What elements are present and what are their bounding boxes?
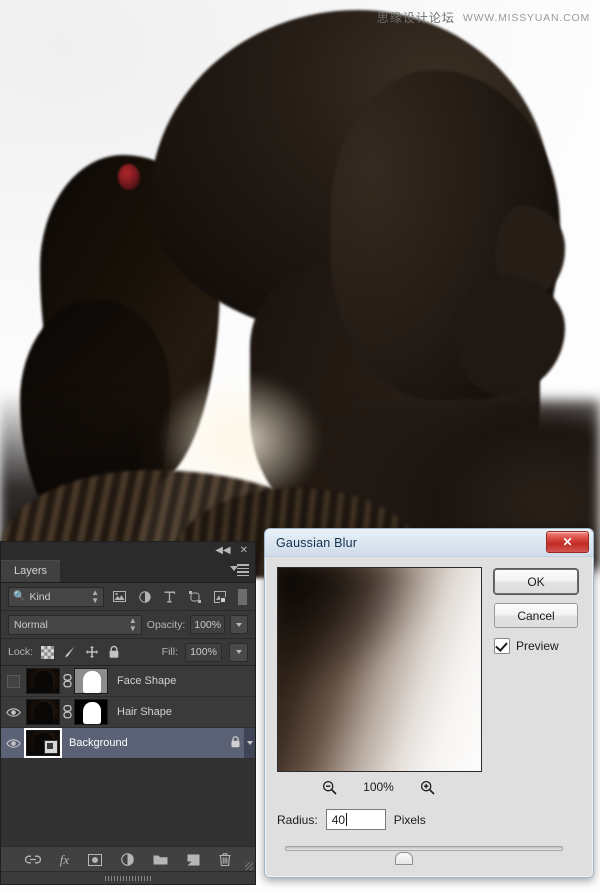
dialog-titlebar[interactable]: Gaussian Blur ✕ [265, 529, 593, 557]
pixel-layer-filter-icon[interactable] [110, 588, 129, 605]
watermark-site-name: 思缘设计论坛 [376, 11, 455, 25]
zoom-value: 100% [363, 780, 394, 794]
layer-style-fx-icon[interactable]: fx [60, 852, 69, 868]
dialog-title: Gaussian Blur [276, 535, 358, 550]
layer-mask-link-icon[interactable] [60, 705, 74, 719]
watermark: 思缘设计论坛 WWW.MISSYUAN.COM [377, 9, 590, 26]
layer-visibility-toggle[interactable] [1, 707, 26, 718]
opacity-label: Opacity: [146, 618, 186, 631]
red-hair-tie [118, 164, 140, 190]
add-layer-mask-icon[interactable] [88, 853, 103, 866]
delete-layer-icon[interactable] [219, 853, 231, 866]
layer-thumbnail[interactable] [26, 668, 60, 694]
chevron-updown-icon: ▲ ▼ [128, 616, 137, 633]
layer-list: Face Shape Hair Shape Background [1, 666, 255, 759]
lock-row: Lock: Fill: 100% [1, 639, 255, 666]
layer-visibility-toggle[interactable] [1, 674, 26, 688]
layers-panel-titlebar: ◀◀ ✕ [1, 542, 255, 560]
smart-object-filter-icon[interactable] [210, 588, 229, 605]
layers-panel-tabrow: Layers [1, 560, 255, 583]
layer-visibility-toggle[interactable] [1, 738, 26, 749]
layer-row-expand-caret-icon[interactable] [244, 728, 255, 758]
radius-units: Pixels [393, 812, 426, 827]
lock-image-icon[interactable] [62, 645, 77, 660]
layer-name: Face Shape [117, 675, 177, 687]
new-group-icon[interactable] [153, 854, 168, 866]
zoom-in-icon[interactable] [420, 779, 436, 795]
blend-mode-select[interactable]: Normal ▲ ▼ [8, 614, 142, 635]
slider-track[interactable] [285, 846, 563, 851]
layer-filter-row: 🔍 Kind ▲ ▼ [1, 583, 255, 611]
panel-drag-grip[interactable] [1, 871, 255, 884]
preview-label: Preview [516, 639, 559, 653]
panel-menu-icon[interactable] [230, 564, 249, 577]
layer-row-face-shape[interactable]: Face Shape [1, 666, 255, 697]
layer-row-hair-shape[interactable]: Hair Shape [1, 697, 255, 728]
filter-enable-toggle[interactable] [237, 587, 248, 606]
slider-thumb[interactable] [395, 852, 414, 865]
fill-label: Fill: [161, 646, 178, 658]
layer-row-background[interactable]: Background [1, 728, 255, 759]
type-layer-filter-icon[interactable] [160, 588, 179, 605]
filter-kind-select[interactable]: 🔍 Kind ▲ ▼ [8, 586, 104, 607]
layer-mask-thumbnail[interactable] [74, 668, 108, 694]
lock-position-icon[interactable] [84, 645, 99, 660]
link-layers-icon[interactable] [24, 854, 41, 865]
lock-all-icon[interactable] [106, 645, 121, 660]
tab-layers[interactable]: Layers [1, 560, 61, 582]
radius-input[interactable]: 40 [325, 809, 386, 830]
fill-dropdown-button[interactable] [229, 642, 248, 662]
dialog-buttons: OK Cancel Preview [494, 567, 578, 772]
shape-layer-filter-icon[interactable] [185, 588, 204, 605]
close-icon[interactable]: ✕ [546, 531, 589, 553]
opacity-dropdown-button[interactable] [230, 615, 248, 634]
new-adjustment-layer-icon[interactable] [121, 853, 134, 866]
zoom-out-icon[interactable] [321, 779, 337, 795]
panel-resize-grip[interactable] [245, 862, 253, 870]
preview-zoom-row: 100% [277, 779, 480, 795]
layer-thumbnail[interactable] [24, 728, 62, 758]
blend-mode-value: Normal [14, 618, 48, 631]
layer-thumbnail[interactable] [26, 699, 60, 725]
preview-checkbox[interactable] [494, 638, 510, 654]
watermark-url: WWW.MISSYUAN.COM [462, 11, 590, 24]
blur-preview[interactable] [277, 567, 482, 772]
filter-kind-label: Kind [29, 590, 51, 603]
radius-value: 40 [331, 812, 346, 827]
layer-row-right-controls [229, 735, 244, 751]
lock-transparency-icon[interactable] [40, 645, 55, 660]
layer-name: Hair Shape [117, 706, 173, 718]
smart-object-badge-icon [44, 740, 58, 754]
fx-label: fx [59, 851, 70, 867]
new-layer-icon[interactable] [187, 854, 200, 866]
lock-label: Lock: [8, 646, 34, 658]
close-panel-icon[interactable]: ✕ [240, 546, 248, 556]
radius-label: Radius: [277, 812, 318, 827]
radius-row: Radius: 40 Pixels [277, 809, 581, 830]
ok-button[interactable]: OK [494, 569, 578, 594]
layer-mask-link-icon[interactable] [60, 674, 74, 688]
collapse-panel-icon[interactable]: ◀◀ [215, 546, 230, 556]
blend-mode-row: Normal ▲ ▼ Opacity: 100% [1, 611, 255, 639]
panel-menu-caret-icon [230, 566, 238, 571]
preview-checkbox-row[interactable]: Preview [494, 638, 578, 654]
layers-panel: ◀◀ ✕ Layers 🔍 Kind ▲ ▼ Normal ▲ ▼ Opacit… [0, 541, 256, 885]
opacity-value[interactable]: 100% [190, 615, 226, 634]
adjustment-layer-filter-icon[interactable] [135, 588, 154, 605]
lock-icon[interactable] [229, 735, 242, 751]
layer-mask-thumbnail[interactable] [74, 699, 108, 725]
cancel-button[interactable]: Cancel [494, 603, 578, 628]
search-icon: 🔍 [13, 591, 26, 602]
gaussian-blur-dialog: Gaussian Blur ✕ OK Cancel Preview 100% R… [264, 528, 594, 878]
radius-slider[interactable] [277, 842, 572, 866]
layers-panel-toolbar: fx [1, 846, 255, 872]
chevron-updown-icon: ▲ ▼ [91, 588, 99, 605]
dialog-body: OK Cancel Preview 100% Radius: 40 Pixels [265, 557, 593, 866]
fill-value[interactable]: 100% [185, 642, 222, 662]
layer-name: Background [69, 737, 128, 749]
